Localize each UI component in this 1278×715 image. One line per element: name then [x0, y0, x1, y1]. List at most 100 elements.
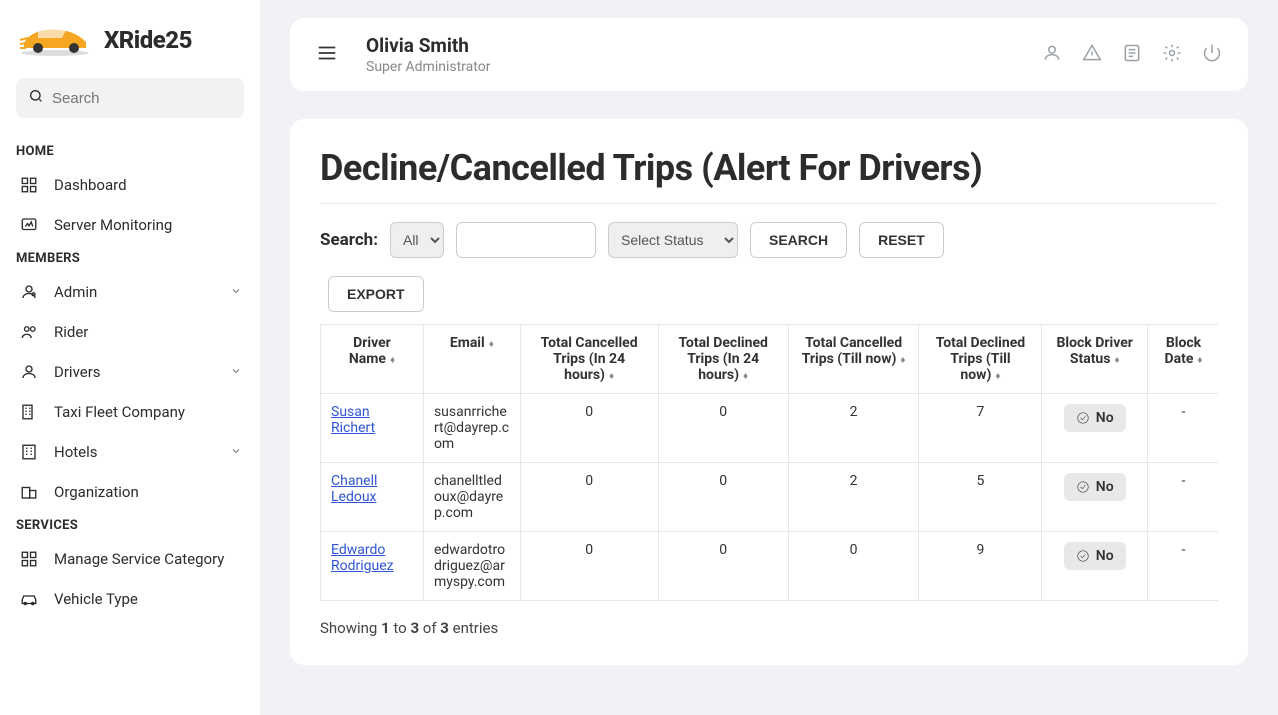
cell-block-status: No	[1042, 463, 1148, 532]
driver-link[interactable]: Edwardo Rodriguez	[331, 542, 394, 574]
section-home: HOME	[8, 138, 252, 165]
sidebar-search-input[interactable]	[52, 90, 232, 107]
building-icon	[18, 403, 40, 421]
driver-link[interactable]: Susan Richert	[331, 404, 375, 436]
category-icon	[18, 550, 40, 568]
th-email[interactable]: Email♦	[423, 325, 520, 394]
admin-icon	[18, 283, 40, 301]
search-button[interactable]: SEARCH	[750, 222, 847, 258]
dashboard-icon	[18, 176, 40, 194]
th-block-date[interactable]: Block Date♦	[1147, 325, 1218, 394]
section-members: MEMBERS	[8, 245, 252, 272]
sidebar-search[interactable]	[16, 78, 244, 118]
nav-taxi-fleet[interactable]: Taxi Fleet Company	[8, 392, 252, 432]
vehicle-icon	[18, 590, 40, 608]
sort-icon: ♦	[1114, 355, 1119, 366]
th-driver-name[interactable]: Driver Name♦	[321, 325, 424, 394]
cell-email: edwardotrodriguez@armyspy.com	[423, 532, 520, 601]
monitor-icon	[18, 216, 40, 234]
nav-vehicle-type[interactable]: Vehicle Type	[8, 579, 252, 619]
user-name: Olivia Smith	[366, 34, 490, 57]
cell-driver-name: Edwardo Rodriguez	[321, 532, 424, 601]
cell-block-date: -	[1147, 394, 1218, 463]
th-block-status[interactable]: Block Driver Status♦	[1042, 325, 1148, 394]
filter-row: Search: All Select Status SEARCH RESET	[320, 222, 1218, 258]
power-icon[interactable]	[1202, 43, 1222, 67]
cell-block-date: -	[1147, 532, 1218, 601]
nav-label: Hotels	[54, 443, 98, 461]
table-row: Edwardo Rodriguez edwardotrodriguez@armys…	[321, 532, 1219, 601]
nav-label: Taxi Fleet Company	[54, 403, 185, 421]
nav-label: Organization	[54, 483, 139, 501]
sort-icon: ♦	[743, 371, 748, 382]
block-status-pill[interactable]: No	[1064, 542, 1126, 570]
table-wrap: Driver Name♦ Email♦ Total Cancelled Trip…	[320, 324, 1218, 601]
cell-cancelled-24h: 0	[520, 463, 658, 532]
nav-rider[interactable]: Rider	[8, 312, 252, 352]
drivers-table: Driver Name♦ Email♦ Total Cancelled Trip…	[320, 324, 1218, 601]
th-declined-24h[interactable]: Total Declined Trips (In 24 hours)♦	[658, 325, 788, 394]
block-status-pill[interactable]: No	[1064, 473, 1126, 501]
topbar-actions	[1042, 43, 1222, 67]
hotel-icon	[18, 443, 40, 461]
note-icon[interactable]	[1122, 43, 1142, 67]
user-role: Super Administrator	[366, 59, 490, 75]
cell-declined-24h: 0	[658, 394, 788, 463]
chevron-down-icon	[230, 363, 242, 381]
table-row: Chanell Ledouxchanelltledoux@dayrep.com0…	[321, 463, 1219, 532]
block-status-pill[interactable]: No	[1064, 404, 1126, 432]
th-declined-total[interactable]: Total Declined Trips (Till now)♦	[919, 325, 1042, 394]
nav-label: Drivers	[54, 363, 101, 381]
driver-link[interactable]: Chanell Ledoux	[331, 473, 377, 505]
sort-icon: ♦	[900, 355, 905, 366]
cell-block-status: No	[1042, 394, 1148, 463]
alert-icon[interactable]	[1082, 43, 1102, 67]
nav-admin[interactable]: Admin	[8, 272, 252, 312]
filter-text-input[interactable]	[456, 222, 596, 258]
cell-declined-24h: 0	[658, 463, 788, 532]
cell-declined-total: 5	[919, 463, 1042, 532]
current-user: Olivia Smith Super Administrator	[366, 34, 490, 75]
cell-driver-name: Susan Richert	[321, 394, 424, 463]
profile-icon[interactable]	[1042, 43, 1062, 67]
nav-hotels[interactable]: Hotels	[8, 432, 252, 472]
nav-manage-service-category[interactable]: Manage Service Category	[8, 539, 252, 579]
chevron-down-icon	[230, 283, 242, 301]
search-icon	[28, 88, 44, 108]
nav-organization[interactable]: Organization	[8, 472, 252, 512]
settings-icon[interactable]	[1162, 43, 1182, 67]
sort-icon: ♦	[489, 339, 494, 350]
filter-status-select[interactable]: Select Status	[608, 222, 738, 258]
th-cancelled-total[interactable]: Total Cancelled Trips (Till now)♦	[788, 325, 919, 394]
pagination-summary: Showing 1 to 3 of 3 entries	[320, 619, 1218, 637]
logo[interactable]: XRide25	[8, 18, 252, 78]
topbar: Olivia Smith Super Administrator	[290, 18, 1248, 91]
page-title: Decline/Cancelled Trips (Alert For Drive…	[320, 147, 1218, 204]
sort-icon: ♦	[390, 355, 395, 366]
cell-cancelled-24h: 0	[520, 532, 658, 601]
nav-drivers[interactable]: Drivers	[8, 352, 252, 392]
cell-cancelled-total: 2	[788, 394, 919, 463]
cell-block-status: No	[1042, 532, 1148, 601]
th-cancelled-24h[interactable]: Total Cancelled Trips (In 24 hours)♦	[520, 325, 658, 394]
nav-label: Rider	[54, 323, 88, 341]
content-panel: Decline/Cancelled Trips (Alert For Drive…	[290, 119, 1248, 665]
cell-cancelled-24h: 0	[520, 394, 658, 463]
cell-cancelled-total: 2	[788, 463, 919, 532]
section-services: SERVICES	[8, 512, 252, 539]
sidebar: XRide25 HOME Dashboard Server Monitoring…	[0, 0, 260, 715]
filter-type-select[interactable]: All	[390, 222, 444, 258]
nav-server-monitoring[interactable]: Server Monitoring	[8, 205, 252, 245]
car-icon	[16, 18, 94, 62]
reset-button[interactable]: RESET	[859, 222, 944, 258]
export-button[interactable]: EXPORT	[328, 276, 424, 312]
menu-button[interactable]	[316, 42, 338, 68]
sort-icon: ♦	[995, 371, 1000, 382]
cell-declined-total: 9	[919, 532, 1042, 601]
cell-driver-name: Chanell Ledoux	[321, 463, 424, 532]
nav-dashboard[interactable]: Dashboard	[8, 165, 252, 205]
sort-icon: ♦	[609, 371, 614, 382]
search-label: Search:	[320, 230, 378, 250]
cell-block-date: -	[1147, 463, 1218, 532]
nav-label: Manage Service Category	[54, 550, 224, 568]
